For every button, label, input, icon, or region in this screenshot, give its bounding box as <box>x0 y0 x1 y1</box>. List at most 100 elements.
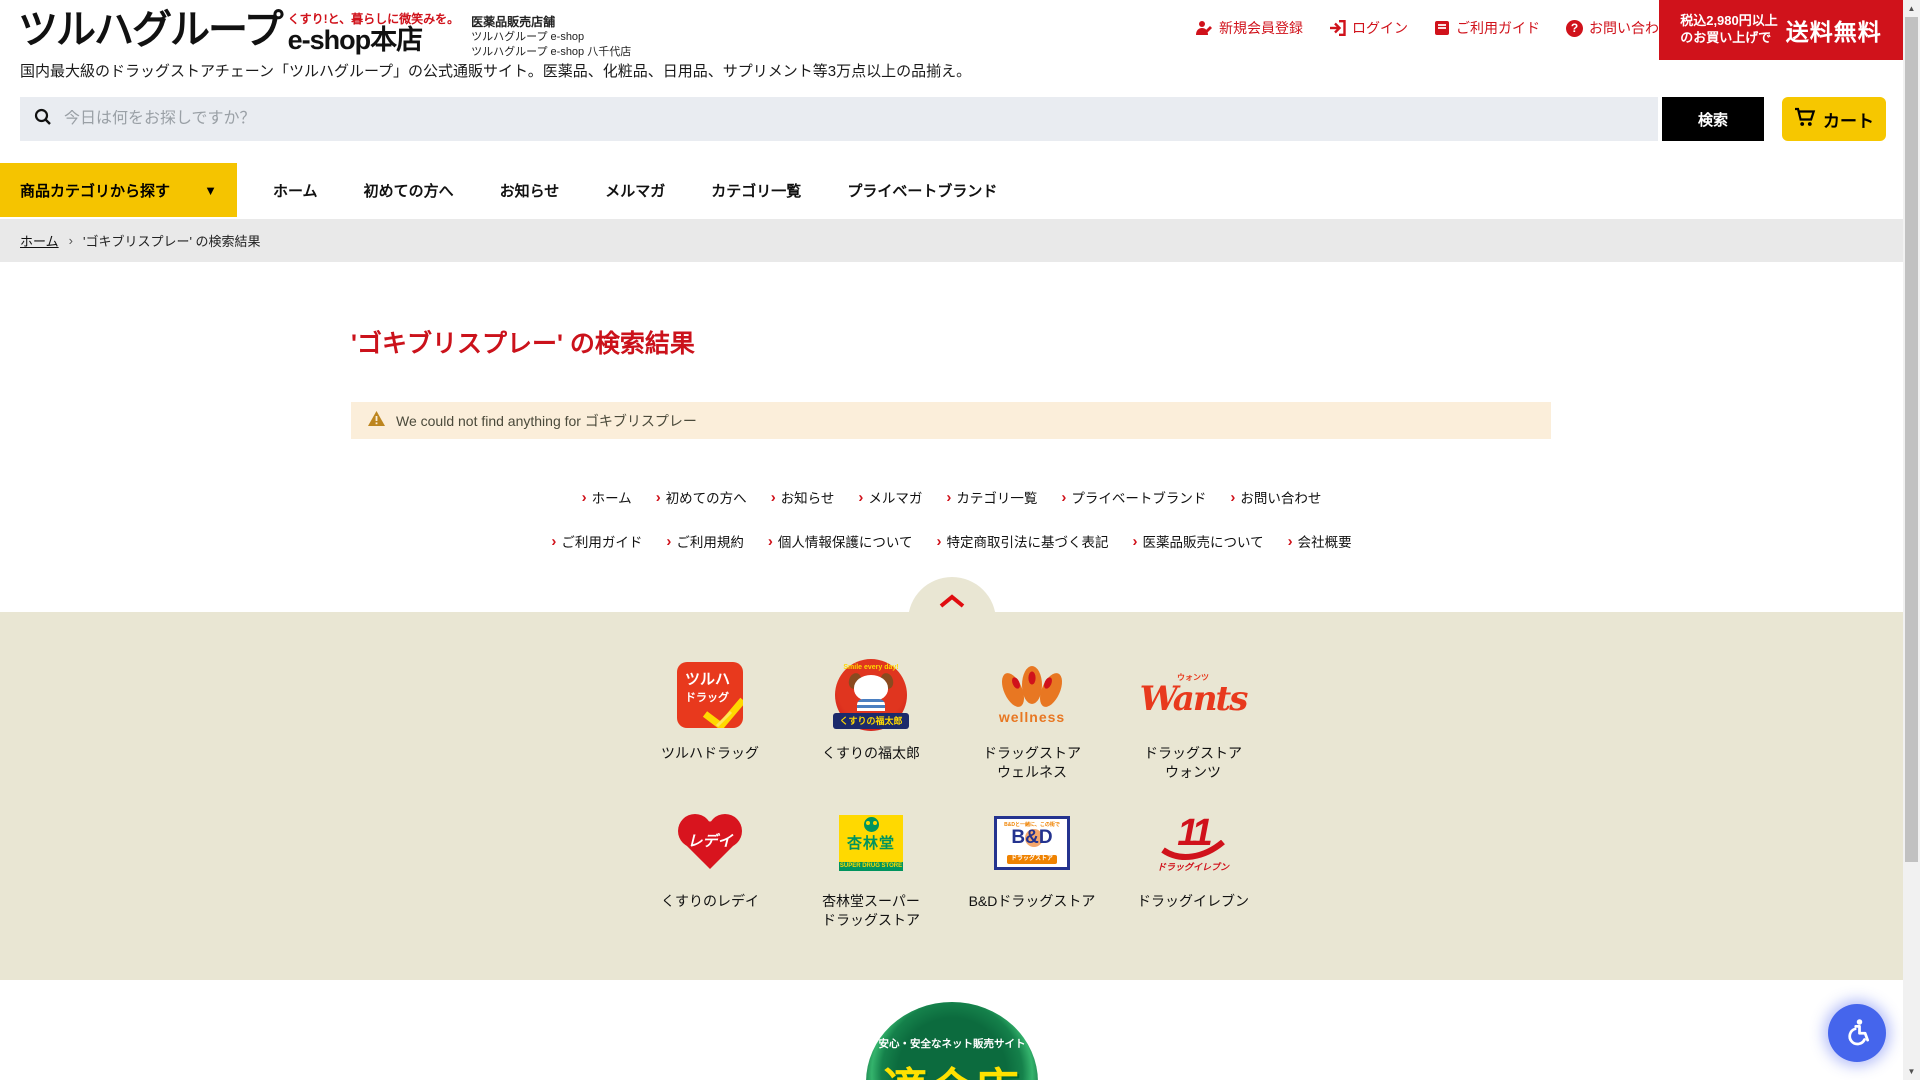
footer-link-guide[interactable]: ご利用ガイド <box>551 531 642 551</box>
brand-lady[interactable]: レデイ くすりのレデイ <box>630 798 791 930</box>
brand-tsuruha-drug[interactable]: ツルハ ドラッグ ツルハドラッグ <box>630 650 791 782</box>
login-link[interactable]: ログイン <box>1329 18 1408 38</box>
brand-label: くすりのレデイ <box>661 892 759 911</box>
brand-label: ドラッグストア ウォンツ <box>1144 744 1242 782</box>
footer-link-private-brand[interactable]: プライベートブランド <box>1061 487 1206 507</box>
wants-logo: ウォンツ Wants <box>1140 650 1247 740</box>
header: ツルハグループ くすり!と、暮らしに微笑みを。 e-shop本店 医薬品販売店舗… <box>0 0 1903 80</box>
wellness-logo-text: wellness <box>999 709 1065 725</box>
login-label: ログイン <box>1352 18 1408 38</box>
tsuruha-logo-text1: ツルハ <box>685 668 743 689</box>
category-menu-button[interactable]: 商品カテゴリから探す ▼ <box>0 163 237 217</box>
chevron-down-icon: ▼ <box>204 183 217 198</box>
footer-links-row2: ご利用ガイド ご利用規約 個人情報保護について 特定商取引法に基づく表記 医薬品… <box>0 531 1903 551</box>
cart-button[interactable]: カート <box>1782 97 1886 141</box>
brand-label: ドラッグイレブン <box>1137 892 1249 911</box>
brand-label: ツルハドラッグ <box>661 744 759 763</box>
nav-item-home[interactable]: ホーム <box>273 180 318 201</box>
register-label: 新規会員登録 <box>1219 18 1303 38</box>
bd-logo-text: B&D <box>997 828 1067 848</box>
guide-book-icon <box>1434 20 1450 36</box>
tsuruha-crane-icon <box>701 696 743 728</box>
smiley-icon <box>864 817 879 832</box>
drug-eleven-logo: 11 ドラッグイレブン <box>1157 798 1229 888</box>
wellness-petals-icon <box>996 665 1068 711</box>
footer-link-mailmag[interactable]: メルマガ <box>858 487 922 507</box>
footer-link-company[interactable]: 会社概要 <box>1288 531 1352 551</box>
search-input[interactable] <box>64 110 1644 128</box>
brand-row-1: ツルハ ドラッグ ツルハドラッグ Smile every day! くすりの福太… <box>0 650 1903 782</box>
chevron-up-icon <box>939 594 965 621</box>
question-icon <box>1566 20 1583 37</box>
login-icon <box>1329 20 1346 36</box>
site-logo[interactable]: ツルハグループ くすり!と、暮らしに微笑みを。 e-shop本店 医薬品販売店舗… <box>18 8 631 60</box>
brand-fukutaro[interactable]: Smile every day! くすりの福太郎 くすりの福太郎 <box>791 650 952 782</box>
brand-wellness[interactable]: wellness ドラッグストア ウェルネス <box>952 650 1113 782</box>
back-to-top-button[interactable] <box>908 577 996 621</box>
logo-eshop-block: くすり!と、暮らしに微笑みを。 e-shop本店 <box>288 10 460 54</box>
brand-drug-eleven[interactable]: 11 ドラッグイレブン ドラッグイレブン <box>1113 798 1274 930</box>
category-menu-label: 商品カテゴリから探す <box>20 180 170 201</box>
brand-wants[interactable]: ウォンツ Wants ドラッグストア ウォンツ <box>1113 650 1274 782</box>
register-link[interactable]: 新規会員登録 <box>1195 18 1303 38</box>
brand-row-2: レデイ くすりのレデイ 杏林堂 SUPER DRUG STORE 杏林堂スーパー… <box>0 798 1903 930</box>
footer-link-pharma-sales[interactable]: 医薬品販売について <box>1133 531 1264 551</box>
tsuruha-drug-logo: ツルハ ドラッグ <box>677 650 743 740</box>
shipping-condition-line1: 税込2,980円以上 <box>1680 13 1778 30</box>
search-button[interactable]: 検索 <box>1662 97 1764 141</box>
accessibility-button[interactable] <box>1828 1004 1886 1062</box>
site-description: 国内最大級のドラッグストアチェーン「ツルハグループ」の公式通販サイト。医薬品、化… <box>20 60 971 81</box>
breadcrumb: ホーム › 'ゴキブリスプレー' の検索結果 <box>0 219 1903 262</box>
nav-item-categories[interactable]: カテゴリ一覧 <box>711 180 801 201</box>
footer-link-commerce-law[interactable]: 特定商取引法に基づく表記 <box>937 531 1109 551</box>
breadcrumb-home-link[interactable]: ホーム <box>20 231 59 250</box>
logo-eshop: e-shop本店 <box>288 27 460 54</box>
scroll-down-arrow[interactable]: ▼ <box>1903 1063 1920 1080</box>
breadcrumb-separator-icon: › <box>69 233 73 248</box>
footer-link-categories[interactable]: カテゴリ一覧 <box>946 487 1037 507</box>
guide-link[interactable]: ご利用ガイド <box>1434 18 1540 38</box>
bd-sub-text: ドラッグストア <box>1007 855 1057 864</box>
nav-item-first-time[interactable]: 初めての方へ <box>364 180 454 201</box>
fukutaro-banner-text: くすりの福太郎 <box>833 713 909 729</box>
kyorindo-logo-text: 杏林堂 <box>839 832 903 853</box>
footer-link-news[interactable]: お知らせ <box>771 487 835 507</box>
eleven-sub-text: ドラッグイレブン <box>1157 860 1229 873</box>
contact-link[interactable]: お問い合わせ <box>1566 18 1673 38</box>
cart-icon <box>1794 107 1816 132</box>
no-results-message: We could not find anything for ゴキブリスプレー <box>351 402 1551 439</box>
brand-label: B&Dドラッグストア <box>969 892 1096 911</box>
footer-link-home[interactable]: ホーム <box>582 487 632 507</box>
store-info: 医薬品販売店舗 ツルハグループ e-shop ツルハグループ e-shop 八千… <box>471 14 631 60</box>
brand-label: 杏林堂スーパー ドラッグストア <box>822 892 920 930</box>
nav-item-mailmag[interactable]: メルマガ <box>605 180 665 201</box>
brand-bd[interactable]: B&Dと一緒に、この街で B&D ドラッグストア B&Dドラッグストア <box>952 798 1113 930</box>
footer-link-contact[interactable]: お問い合わせ <box>1230 487 1321 507</box>
no-results-text: We could not find anything for ゴキブリスプレー <box>396 411 697 431</box>
scrollbar-thumb[interactable] <box>1905 17 1918 862</box>
shipping-condition-line2: のお買い上げで <box>1680 30 1778 47</box>
nav-item-private-brand[interactable]: プライベートブランド <box>847 180 997 201</box>
footer-link-privacy[interactable]: 個人情報保護について <box>768 531 913 551</box>
nav-item-news[interactable]: お知らせ <box>500 180 560 201</box>
brand-kyorindo[interactable]: 杏林堂 SUPER DRUG STORE 杏林堂スーパー ドラッグストア <box>791 798 952 930</box>
logo-text-main: ツルハグループ <box>18 8 282 52</box>
certified-shop-seal: 安心・安全なネット販売サイト 適合店 <box>866 1002 1038 1080</box>
main-nav: 商品カテゴリから探す ▼ ホーム 初めての方へ お知らせ メルマガ カテゴリ一覧… <box>0 165 1903 215</box>
brand-label-line1: 杏林堂スーパー <box>822 892 920 911</box>
shipping-condition: 税込2,980円以上 のお買い上げで <box>1680 13 1778 47</box>
nav-items: ホーム 初めての方へ お知らせ メルマガ カテゴリ一覧 プライベートブランド <box>273 180 997 201</box>
header-links: 新規会員登録 ログイン ご利用ガイド お問い合わせ <box>1195 18 1673 38</box>
footer-link-terms[interactable]: ご利用規約 <box>666 531 744 551</box>
brand-label: くすりの福太郎 <box>822 744 920 763</box>
lady-logo-text: レデイ <box>678 830 742 851</box>
scroll-up-arrow[interactable]: ▲ <box>1903 0 1920 17</box>
brand-label-line2: ウェルネス <box>983 763 1081 782</box>
wellness-logo: wellness <box>996 650 1068 740</box>
seal-main-text: 適合店 <box>883 1053 1021 1080</box>
store-info-line3: ツルハグループ e-shop 八千代店 <box>471 45 631 60</box>
brand-label-line2: ウォンツ <box>1144 763 1242 782</box>
cart-label: カート <box>1823 107 1874 132</box>
footer-link-first-time[interactable]: 初めての方へ <box>656 487 747 507</box>
brand-label: ドラッグストア ウェルネス <box>983 744 1081 782</box>
